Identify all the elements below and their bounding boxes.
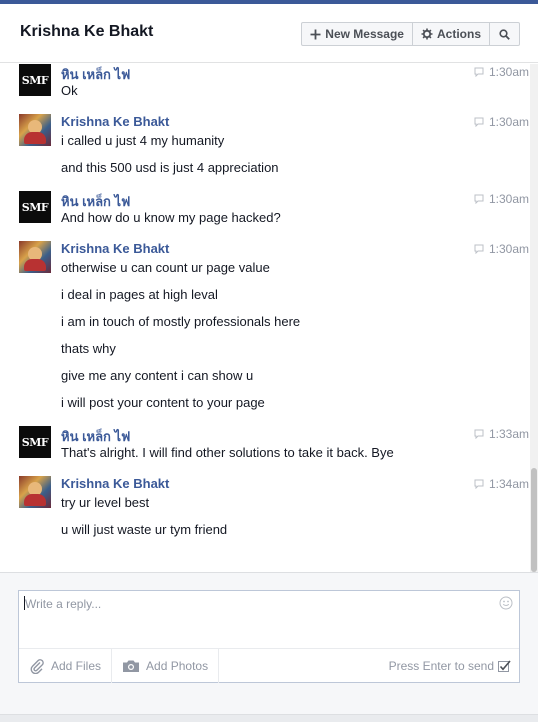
message-text: i will post your content to your page [61,395,265,410]
reply-input[interactable]: Write a reply... [25,597,101,611]
message-thread[interactable]: SMF หิน เหล็ก ไฟ 1:30am Ok Krishna Ke Bh… [0,64,530,572]
search-button[interactable] [490,22,520,46]
sender-name[interactable]: หิน เหล็ก ไฟ [61,426,130,447]
conversation-title: Krishna Ke Bhakt [20,23,154,40]
avatar[interactable] [19,114,51,146]
paperclip-icon [29,658,45,674]
sender-name[interactable]: หิน เหล็ก ไฟ [61,191,130,212]
timestamp: 1:30am [474,242,529,256]
timestamp-text: 1:30am [488,115,529,129]
message-text: and this 500 usd is just 4 appreciation [61,160,279,175]
plus-icon [310,29,321,40]
camera-icon [122,659,140,673]
sender-name[interactable]: Krishna Ke Bhakt [61,114,169,129]
avatar[interactable]: SMF [19,426,51,458]
composer-area: Write a reply... Add Files Add Photos Pr… [0,572,538,722]
checkbox-checked-icon[interactable] [498,659,511,673]
timestamp: 1:34am [474,477,529,491]
timestamp: 1:30am [474,115,529,129]
reply-composer: Write a reply... Add Files Add Photos Pr… [18,590,520,683]
speech-bubble-icon [474,244,484,254]
timestamp-text: 1:34am [488,477,529,491]
speech-bubble-icon [474,67,484,77]
header-buttons: New Message Actions [301,22,520,46]
gear-icon [421,28,433,40]
message-text: give me any content i can show u [61,368,254,383]
avatar[interactable]: SMF [19,191,51,223]
timestamp: 1:30am [474,192,529,206]
conversation-header: Krishna Ke Bhakt New Message Actions [0,4,538,63]
timestamp-text: 1:30am [488,65,529,79]
message-text: i called u just 4 my humanity [61,133,225,148]
message-text: u will just waste ur tym friend [61,522,228,537]
timestamp: 1:33am [474,427,529,441]
message-text: try ur level best [61,495,150,510]
timestamp-text: 1:33am [488,427,529,441]
add-files-button[interactable]: Add Files [19,648,113,683]
message-text: And how do u know my page hacked? [61,210,281,225]
search-icon [499,28,510,40]
timestamp-text: 1:30am [488,192,529,206]
actions-button[interactable]: Actions [412,22,490,46]
avatar[interactable] [19,241,51,273]
add-photos-button[interactable]: Add Photos [112,648,220,683]
speech-bubble-icon [474,429,484,439]
scrollbar-thumb[interactable] [531,468,537,572]
message-text: i deal in pages at high leval [61,287,218,302]
emoji-icon[interactable] [499,596,513,615]
composer-toolbar: Add Files Add Photos Press Enter to send [19,648,519,683]
new-message-label: New Message [325,27,404,41]
bottom-divider [0,714,538,722]
speech-bubble-icon [474,117,484,127]
avatar[interactable] [19,476,51,508]
actions-label: Actions [436,27,481,41]
timestamp: 1:30am [474,65,529,79]
sender-name[interactable]: Krishna Ke Bhakt [61,476,169,491]
avatar[interactable]: SMF [19,64,51,96]
sender-name[interactable]: หิน เหล็ก ไฟ [61,64,130,85]
thread-scrollbar[interactable] [530,64,538,572]
add-files-label: Add Files [51,658,102,673]
message-text: otherwise u can count ur page value [61,260,270,275]
speech-bubble-icon [474,194,484,204]
message-text: thats why [61,341,116,356]
add-photos-label: Add Photos [146,658,209,673]
sender-name[interactable]: Krishna Ke Bhakt [61,241,169,256]
press-enter-label: Press Enter to send [388,659,494,673]
message-text: Ok [61,83,78,98]
speech-bubble-icon [474,479,484,489]
timestamp-text: 1:30am [488,242,529,256]
message-text: That's alright. I will find other soluti… [61,445,394,460]
message-text: i am in touch of mostly professionals he… [61,314,301,329]
press-enter-toggle[interactable]: Press Enter to send [389,649,511,683]
new-message-button[interactable]: New Message [301,22,413,46]
